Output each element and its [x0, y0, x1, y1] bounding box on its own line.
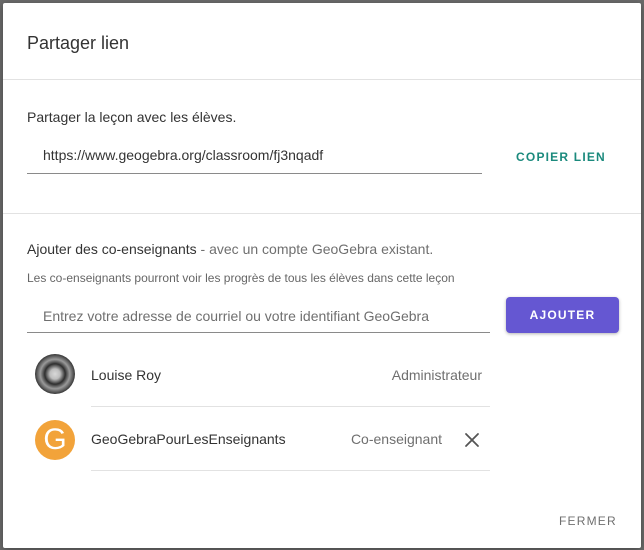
close-icon[interactable]	[464, 432, 480, 448]
remove-member-button[interactable]	[462, 430, 482, 450]
share-link-field[interactable]: https://www.geogebra.org/classroom/fj3nq…	[27, 141, 482, 174]
close-dialog-button[interactable]: FERMER	[559, 514, 617, 528]
coteachers-label-main: Ajouter des co-enseignants	[27, 241, 197, 257]
member-row: G GeoGebraPourLesEnseignants Co-enseigna…	[27, 407, 490, 471]
member-name: Louise Roy	[91, 367, 162, 383]
member-role: Co-enseignant	[350, 431, 442, 447]
share-lesson-label: Partager la leçon avec les élèves.	[27, 109, 237, 125]
divider	[91, 470, 490, 471]
avatar	[35, 354, 75, 394]
copy-link-button[interactable]: COPIER LIEN	[505, 143, 617, 171]
avatar-letter: G	[43, 423, 67, 456]
share-link-value[interactable]: https://www.geogebra.org/classroom/fj3nq…	[43, 147, 323, 163]
member-role: Administrateur	[391, 367, 482, 383]
geogebra-logo-avatar: G	[35, 420, 75, 460]
coteachers-description: Les co-enseignants pourront voir les pro…	[27, 271, 455, 285]
divider	[3, 213, 641, 214]
coteachers-label-suffix: - avec un compte GeoGebra existant.	[196, 241, 434, 257]
member-row: Louise Roy Administrateur	[27, 343, 490, 407]
member-name: GeoGebraPourLesEnseignants	[91, 431, 286, 447]
add-coteacher-button[interactable]: AJOUTER	[506, 297, 619, 333]
divider	[3, 79, 641, 80]
share-link-dialog: Partager lien Partager la leçon avec les…	[3, 3, 641, 548]
coteachers-label: Ajouter des co-enseignants - avec un com…	[27, 241, 433, 257]
coteacher-email-input[interactable]	[27, 300, 490, 333]
dialog-title: Partager lien	[27, 33, 130, 53]
